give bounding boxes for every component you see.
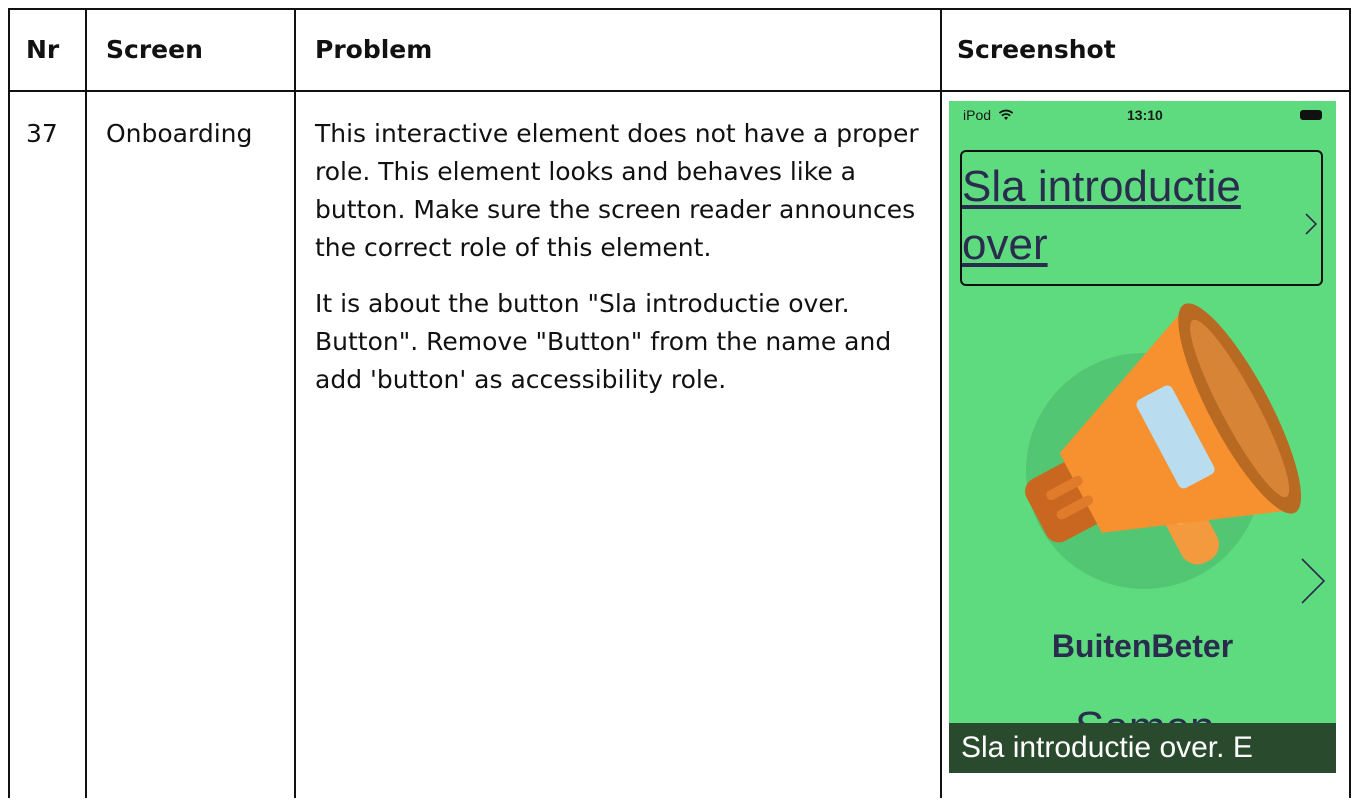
header-problem: Problem [315,34,433,64]
app-screenshot: iPod 13:10 Sla introductie over BuitenBe… [949,101,1336,773]
battery-icon [1300,110,1322,120]
chevron-right-icon[interactable] [1299,556,1327,606]
megaphone-illustration [1025,303,1302,589]
problem-description: This interactive element does not have a… [315,115,925,399]
chevron-right-icon [1305,213,1318,235]
status-bar: iPod 13:10 [949,101,1336,131]
column-divider-problem [940,8,942,798]
skip-intro-label: Sla introductie over [962,162,1241,269]
header-screenshot: Screenshot [957,34,1116,64]
table-header-divider [8,90,1351,92]
voiceover-caption: Sla introductie over. E [949,723,1336,773]
header-screen: Screen [106,34,203,64]
problem-paragraph-2: It is about the button "Sla introductie … [315,289,892,394]
status-device: iPod [963,107,1014,123]
column-divider-nr [85,8,87,798]
row-nr: 37 [26,119,58,148]
status-time: 13:10 [1127,107,1163,123]
wifi-icon [998,109,1014,120]
problem-paragraph-1: This interactive element does not have a… [315,119,919,262]
status-device-label: iPod [963,107,992,123]
column-divider-screen [294,8,296,798]
skip-intro-button[interactable]: Sla introductie over [960,150,1323,286]
table-border-top [8,8,1351,10]
header-nr: Nr [26,34,60,64]
table-border-left [8,8,10,798]
row-screen: Onboarding [106,119,253,148]
brand-title: BuitenBeter [1051,628,1234,664]
